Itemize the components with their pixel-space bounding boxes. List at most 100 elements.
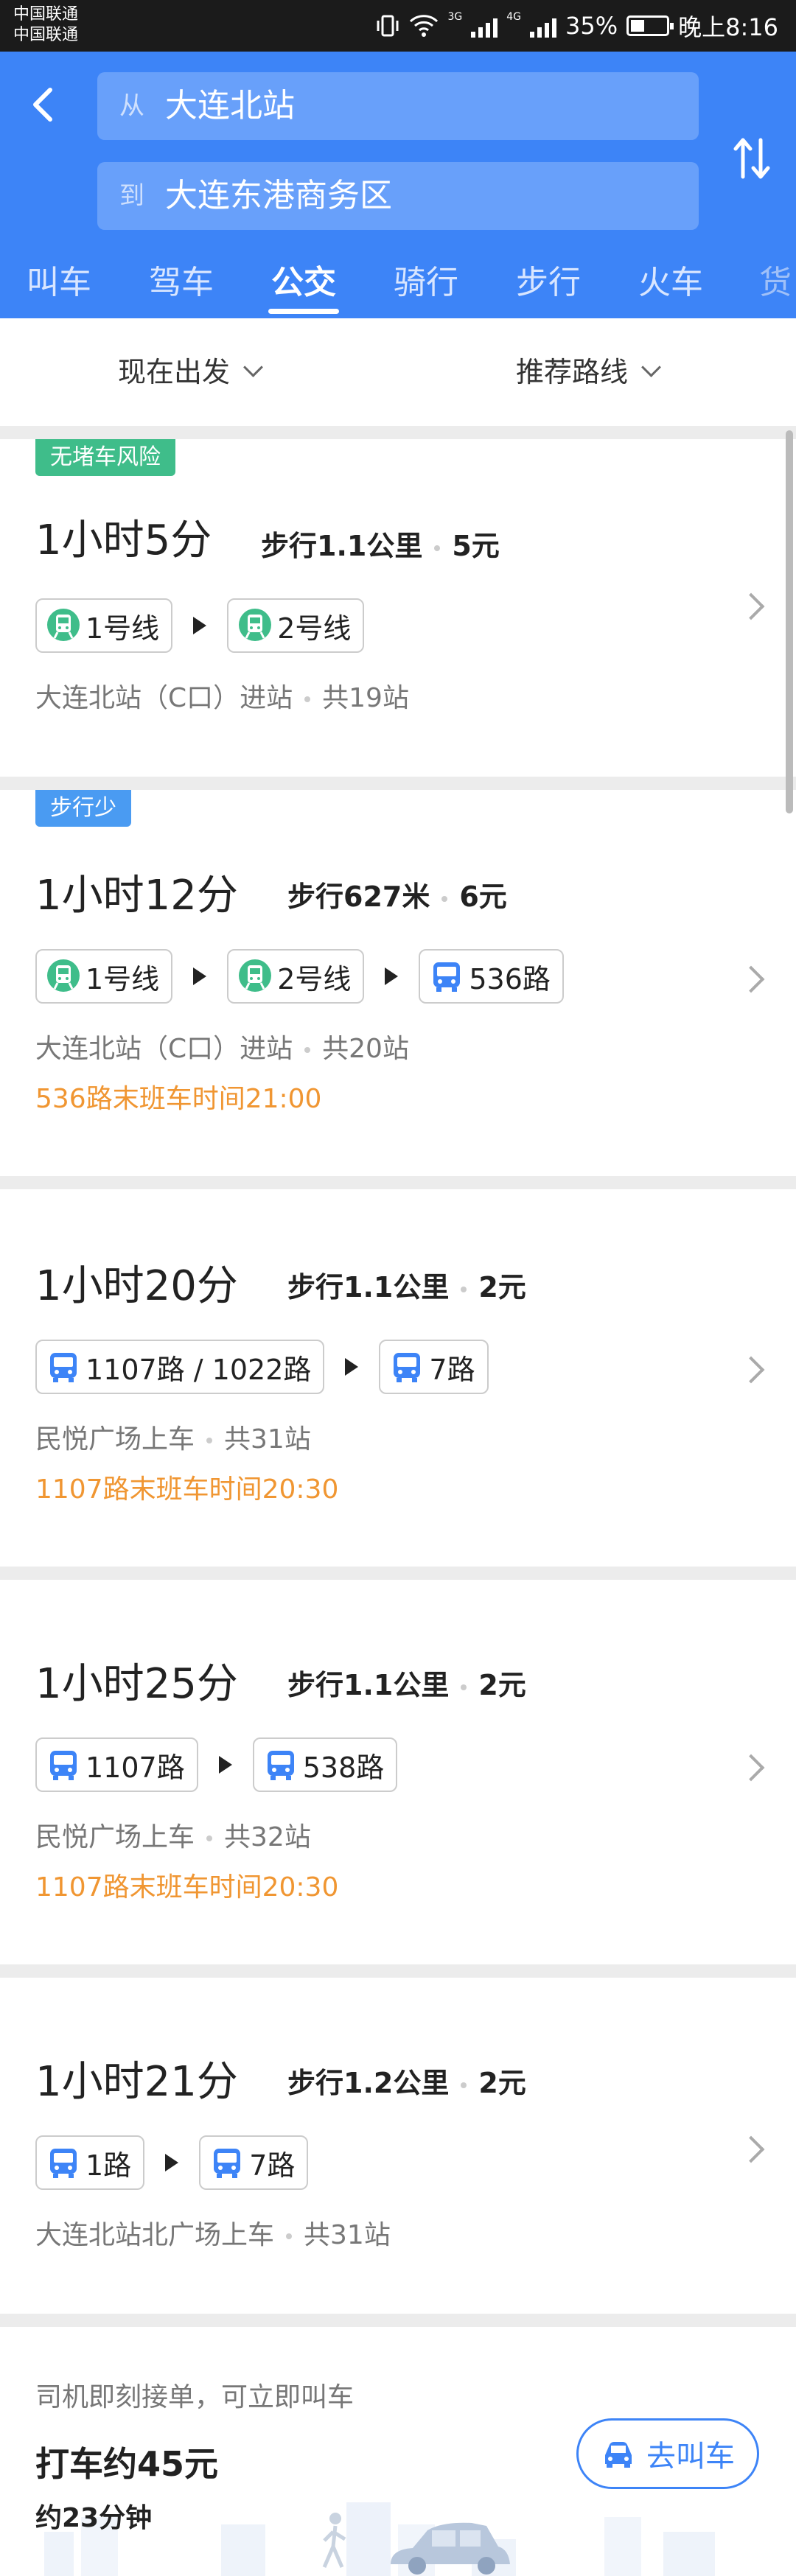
line-label: 1107路	[85, 1751, 185, 1784]
walk-distance: 步行1.2公里	[287, 2067, 450, 2099]
status-bar: 中国联通 中国联通 3G 4G 35% 晚上8:16	[0, 0, 796, 52]
route-duration: 1小时12分	[35, 872, 238, 920]
last-bus-warning: 1107路末班车时间20:30	[35, 1872, 339, 1903]
route-card[interactable]: 1小时21分 步行1.2公里 2元 1路 7路 大连北站北广场上车 共31站	[0, 1978, 796, 2314]
route-chip: 2号线	[227, 949, 365, 1004]
route-segments: 1107路 / 1022路 7路	[35, 1338, 489, 1396]
tab-train[interactable]: 火车	[638, 248, 703, 318]
depart-time-dropdown[interactable]: 现在出发	[118, 318, 263, 426]
vibrate-icon	[377, 15, 399, 37]
route-header: 从 大连北站 到 大连东港商务区 叫车 驾车 公交 骑行 步行 火车 货	[0, 52, 796, 318]
route-chip: 2号线	[227, 598, 365, 653]
fare: 2元	[478, 1271, 526, 1303]
route-meta: 步行627米 6元	[287, 874, 507, 914]
last-bus-warning: 1107路末班车时间20:30	[35, 1474, 339, 1505]
route-card[interactable]: 1小时20分 步行1.1公里 2元 1107路 / 1022路 7路 民悦广场上车…	[0, 1189, 796, 1567]
bus-icon	[433, 962, 461, 992]
route-chip: 1107路 / 1022路	[35, 1340, 325, 1394]
fare: 5元	[452, 530, 500, 562]
bus-icon	[50, 1353, 77, 1382]
subway-icon	[239, 959, 272, 992]
walk-distance: 步行627米	[287, 881, 430, 913]
line-label: 7路	[249, 2149, 296, 2182]
tab-drive[interactable]: 驾车	[149, 248, 214, 318]
line-label: 1路	[85, 2149, 132, 2182]
chevron-right-icon	[737, 1754, 765, 1782]
route-meta: 步行1.1公里 2元	[287, 1264, 526, 1305]
route-meta: 步行1.1公里 5元	[261, 523, 500, 564]
route-card[interactable]: 1小时25分 步行1.1公里 2元 1107路 538路 民悦广场上车 共32站 1…	[0, 1580, 796, 1964]
board-info: 民悦广场上车	[35, 1822, 195, 1852]
signal-icon	[471, 14, 498, 38]
depart-time-label: 现在出发	[118, 356, 231, 388]
carrier-1: 中国联通	[13, 5, 79, 24]
destination-field[interactable]: 到 大连东港商务区	[97, 162, 699, 230]
taxi-note: 司机即刻接单，可立即叫车	[35, 2382, 355, 2412]
route-duration: 1小时5分	[35, 517, 212, 564]
route-card[interactable]: 步行少 1小时12分 步行627米 6元 1号线 2号线 536路 大连北站（C口…	[0, 790, 796, 1176]
route-badge: 步行少	[35, 790, 131, 827]
transfer-arrow-icon	[193, 967, 207, 985]
tab-freight[interactable]: 货	[759, 248, 792, 318]
tab-walk[interactable]: 步行	[516, 248, 581, 318]
back-button[interactable]	[22, 84, 63, 125]
line-label: 536路	[469, 962, 551, 995]
route-segments: 1号线 2号线 536路	[35, 948, 564, 1005]
line-label: 538路	[302, 1751, 385, 1784]
line-label: 2号线	[277, 962, 352, 995]
sort-label: 推荐路线	[516, 356, 629, 388]
bus-icon	[214, 2149, 241, 2178]
transfer-arrow-icon	[193, 617, 207, 634]
clock: 晚上8:16	[678, 13, 778, 41]
destination-value: 大连东港商务区	[165, 177, 392, 214]
network-type-2: 4G	[506, 11, 521, 23]
route-chip: 538路	[252, 1737, 398, 1792]
wifi-icon	[410, 15, 439, 37]
route-badge: 无堵车风险	[35, 439, 175, 476]
tab-taxi[interactable]: 叫车	[27, 248, 91, 318]
transfer-arrow-icon	[218, 1756, 232, 1774]
route-meta: 步行1.2公里 2元	[287, 2060, 526, 2101]
network-type-1: 3G	[447, 11, 463, 23]
taxi-suggestion-card: 司机即刻接单，可立即叫车 打车约45元 约23分钟 去叫车	[0, 2327, 796, 2576]
chevron-right-icon	[737, 1356, 765, 1384]
car-icon	[605, 2442, 632, 2468]
call-taxi-button[interactable]: 去叫车	[576, 2418, 759, 2489]
call-taxi-label: 去叫车	[646, 2440, 735, 2474]
origin-field[interactable]: 从 大连北站	[97, 72, 699, 140]
line-label: 1号线	[85, 612, 160, 645]
board-info: 大连北站北广场上车	[35, 2220, 275, 2250]
subway-icon	[47, 959, 80, 992]
chevron-down-icon	[641, 357, 661, 377]
stop-count: 共31站	[224, 1424, 311, 1455]
fare: 6元	[459, 881, 507, 913]
subway-icon	[239, 609, 272, 641]
last-bus-warning: 536路末班车时间21:00	[35, 1084, 322, 1114]
route-duration: 1小时21分	[35, 2058, 238, 2106]
line-label: 1号线	[85, 962, 160, 995]
route-info: 大连北站北广场上车 共31站	[35, 2213, 391, 2252]
route-info: 民悦广场上车 共31站	[35, 1418, 311, 1456]
stop-count: 共32站	[224, 1822, 311, 1852]
back-arrow-icon	[33, 88, 52, 122]
tab-transit[interactable]: 公交	[268, 248, 339, 318]
stop-count: 共31站	[304, 2220, 391, 2250]
route-chip: 1路	[35, 2135, 145, 2190]
scrollbar[interactable]	[786, 430, 793, 813]
route-card[interactable]: 无堵车风险 1小时5分 步行1.1公里 5元 1号线 2号线 大连北站（C口）进站…	[0, 439, 796, 777]
line-label: 1107路 / 1022路	[85, 1353, 312, 1386]
origin-value: 大连北站	[165, 87, 295, 125]
route-segments: 1号线 2号线	[35, 597, 365, 654]
transfer-arrow-icon	[385, 967, 399, 985]
bus-icon	[394, 1353, 421, 1382]
battery-icon	[626, 15, 674, 36]
walk-distance: 步行1.1公里	[261, 530, 423, 562]
bus-icon	[50, 2149, 77, 2178]
sort-dropdown[interactable]: 推荐路线	[516, 318, 661, 426]
swap-icon[interactable]	[730, 125, 774, 192]
tab-bike[interactable]: 骑行	[394, 248, 458, 318]
route-info: 大连北站（C口）进站 共20站	[35, 1027, 409, 1065]
chevron-right-icon	[737, 965, 765, 993]
fare: 2元	[478, 1669, 526, 1701]
route-info: 大连北站（C口）进站 共19站	[35, 676, 409, 715]
